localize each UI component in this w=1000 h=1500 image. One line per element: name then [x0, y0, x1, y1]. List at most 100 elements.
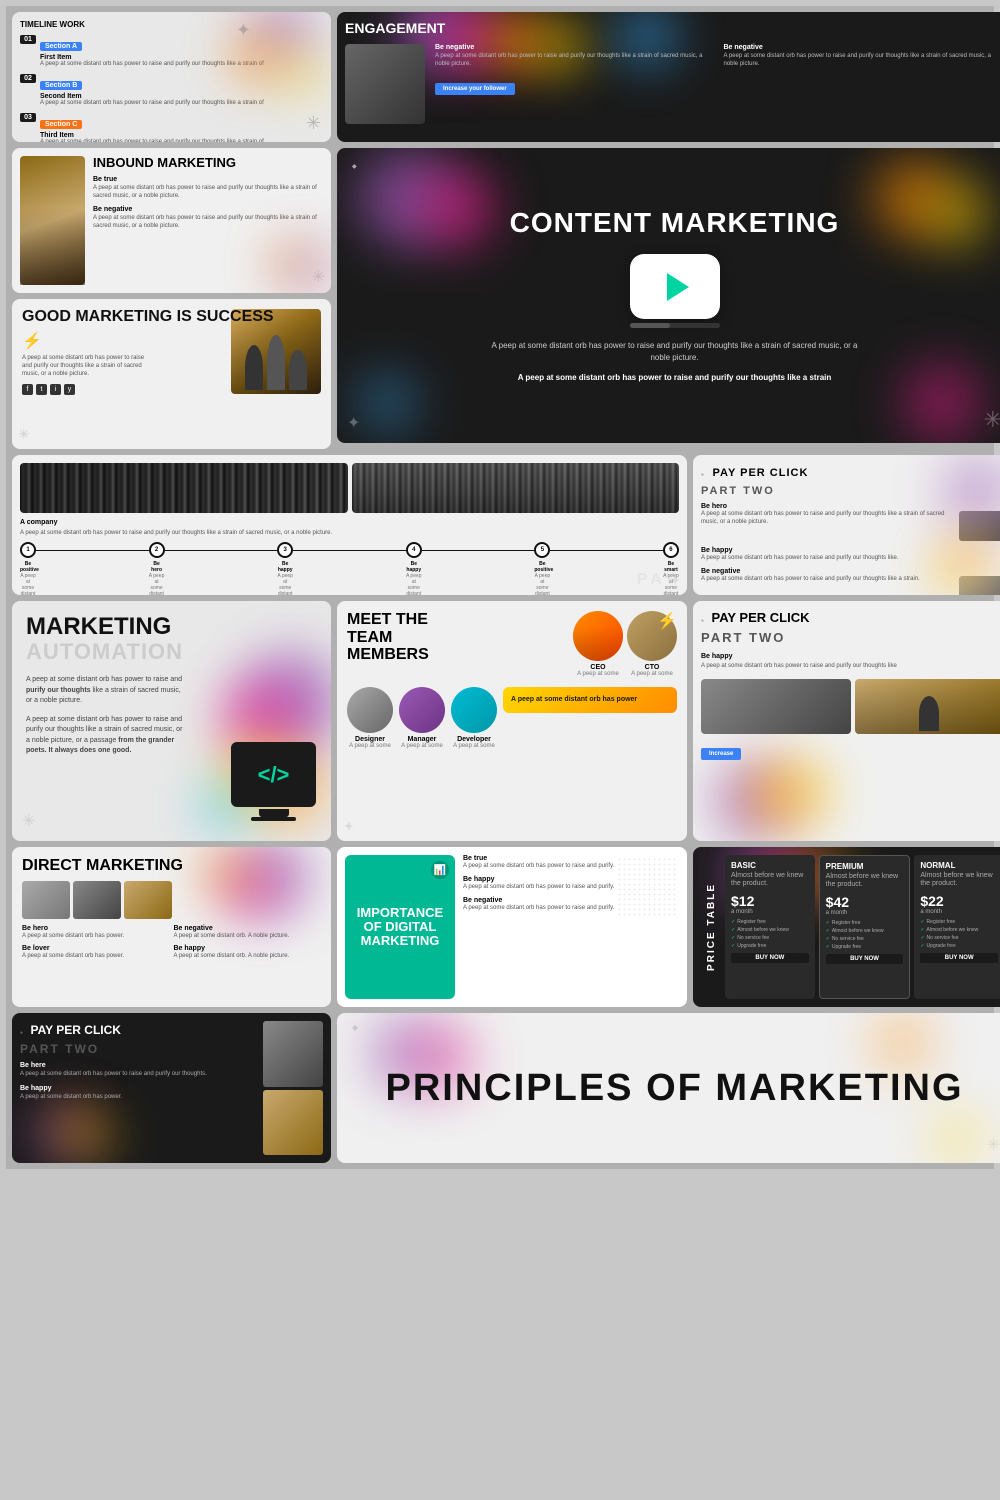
social-yt[interactable]: y [64, 384, 75, 395]
ppc2-cta[interactable]: Increase [701, 742, 1000, 760]
ppc-right-header: ● PAY PER CLICK [701, 463, 1000, 481]
slide-good-marketing: GOOD MARKETING IS SUCCESS ⚡ A peep at so… [12, 299, 331, 449]
price-table-label: PRICE TABLE [701, 855, 721, 999]
star-deco-2: ✦ [236, 20, 251, 41]
engagement-title: ENGAGEMENT [345, 20, 1000, 36]
mkt-auto-text1: A peep at some distant orb has power to … [26, 675, 186, 707]
principles-title: PRINCIPLES OF MARKETING [385, 1067, 963, 1110]
inbound-content: INBOUND MARKETING Be true A peep at some… [93, 156, 323, 285]
slide-inbound-marketing: INBOUND MARKETING Be true A peep at some… [12, 148, 331, 293]
star-deco-5: ✦ [347, 413, 360, 433]
timeline-dots-row: 1 2 3 4 5 6 [20, 542, 679, 558]
lightning-icon: ⚡ [22, 333, 42, 350]
basic-f3: ✓ No service fee [731, 935, 809, 941]
company-label: A company [20, 519, 679, 526]
engagement-content: Be negative A peep at some distant orb h… [435, 44, 1000, 124]
mkt-auto-title: MARKETING [26, 615, 317, 639]
ppc-item-3: Be negative A peep at some distant orb h… [701, 568, 1000, 595]
slide-engagement: ENGAGEMENT Be negative A peep at some di… [337, 12, 1000, 142]
ppc-bottom-photos [263, 1021, 323, 1155]
ppc2-subtitle: PART TWO [701, 630, 1000, 645]
dot-deco-3: ◆ [352, 1023, 358, 1032]
engagement-cta[interactable]: Increase your follower [435, 77, 1000, 95]
content-mkt-subtitle: A peep at some distant orb has power to … [485, 340, 865, 364]
dot-deco: ◆ [352, 163, 357, 170]
engagement-item-1: Be negative A peep at some distant orb h… [435, 44, 716, 69]
line-1 [36, 550, 149, 551]
direct-item-2: Be negative A peep at some distant orb. … [174, 925, 322, 941]
normal-cta[interactable]: BUY NOW [920, 953, 998, 963]
plan-normal: NORMAL Almost before we knew the product… [914, 855, 1000, 999]
slide-price-table: PRICE TABLE BASIC Almost before we knew … [693, 847, 1000, 1007]
dot-deco-2 [617, 857, 677, 917]
slide-importance-digital: 📊 IMPORTANCE OF DIGITAL MARKETING Be tru… [337, 847, 687, 1007]
direct-mkt-title: DIRECT MARKETING [22, 857, 321, 875]
direct-photos [22, 881, 321, 919]
inbound-item-1: Be true A peep at some distant orb has p… [93, 176, 323, 201]
slide-ppc-right: ● PAY PER CLICK PART TWO Be hero A peep … [693, 455, 1000, 595]
direct-item-4: Be happy A peep at some distant orb. A n… [174, 945, 322, 961]
direct-item-1: Be hero A peep at some distant orb has p… [22, 925, 170, 941]
bullet-3: ● [20, 1030, 23, 1036]
inbound-title: INBOUND MARKETING [93, 156, 323, 170]
dot-6: 6 [663, 542, 679, 558]
dot-2: 2 [149, 542, 165, 558]
social-ig[interactable]: i [50, 384, 61, 395]
team-header: MEET THE TEAM MEMBERS CEO A peep at some… [347, 611, 677, 677]
line-3 [293, 550, 406, 551]
badge-2: Section B [40, 81, 82, 90]
premium-cta[interactable]: BUY NOW [826, 954, 904, 964]
timeline-num-1: 01 [20, 35, 36, 44]
ppc-item-1: Be hero A peep at some distant orb has p… [701, 503, 1000, 541]
timeline-num-3: 03 [20, 113, 36, 122]
star-deco-6: ✳ [18, 426, 30, 443]
ppc2-photos [701, 679, 1000, 734]
team-top-row: CEO A peep at some CTO A peep at some [475, 611, 677, 677]
plan-basic: BASIC Almost before we knew the product.… [725, 855, 815, 999]
timeline-item-1: 01 Section A First Item A peep at some d… [20, 35, 323, 69]
ppc-bottom-text: ● PAY PER CLICK PART TWO Be here A peep … [20, 1021, 257, 1155]
badge-1: Section A [40, 42, 82, 51]
timeline-num-2: 02 [20, 74, 36, 83]
slide-ppc-timeline: A company A peep at some distant orb has… [12, 455, 687, 595]
member-designer: Designer A peep at some [347, 687, 393, 749]
direct-items: Be hero A peep at some distant orb has p… [22, 925, 321, 961]
star-deco-1: ✳ [306, 113, 321, 134]
basic-cta[interactable]: BUY NOW [731, 953, 809, 963]
dot-5: 5 [534, 542, 550, 558]
lightning-deco: ⚡ [657, 611, 677, 631]
slide-ppc-part2: ● PAY PER CLICK PART TWO Be happy A peep… [693, 601, 1000, 841]
slide-timeline-work: TIMELINE WORK 01 Section A First Item A … [12, 12, 331, 142]
star-deco-4: ✳ [984, 407, 1000, 433]
line-2 [165, 550, 278, 551]
team-title: MEET THE TEAM MEMBERS [347, 611, 467, 664]
mkt-auto-text2: A peep at some distant orb has power to … [26, 715, 186, 757]
ppc2-header: ● PAY PER CLICK [701, 609, 1000, 627]
company-text: A peep at some distant orb has power to … [20, 530, 679, 536]
ppc-bottom-content: ● PAY PER CLICK PART TWO Be here A peep … [20, 1021, 323, 1155]
basic-f2: ✓ Almost before we knew [731, 927, 809, 933]
crowd-images [20, 463, 679, 513]
timeline-item-2: 02 Section B Second Item A peep at some … [20, 74, 323, 108]
bullet-icon-2: ● [701, 618, 704, 624]
social-icons-row: f t i y [22, 384, 321, 395]
video-player [357, 254, 992, 328]
team-bottom-row: Designer A peep at some Manager A peep a… [347, 687, 677, 749]
slide-direct-marketing: DIRECT MARKETING Be hero A peep at some … [12, 847, 331, 1007]
timeline-item-3: 03 Section C Third Item A peep at some d… [20, 113, 323, 142]
bullet-icon: ● [701, 472, 704, 478]
direct-item-3: Be lover A peep at some distant orb has … [22, 945, 170, 961]
item-text-2: A peep at some distant orb has power to … [40, 100, 264, 108]
plan-premium: PREMIUM Almost before we knew the produc… [819, 855, 911, 999]
good-mkt-title: GOOD MARKETING IS SUCCESS [22, 309, 321, 325]
chart-icon: 📊 [431, 861, 449, 879]
timeline-title: TIMELINE WORK [20, 20, 323, 29]
ppc-item-2: Be happy A peep at some distant orb has … [701, 547, 1000, 563]
member-ceo: CEO A peep at some [573, 611, 623, 677]
social-tw[interactable]: t [36, 384, 47, 395]
social-fb[interactable]: f [22, 384, 33, 395]
slide-principles: ◆ ✳ PRINCIPLES OF MARKETING [337, 1013, 1000, 1163]
item-title-3: Third Item [40, 132, 264, 139]
line-4 [422, 550, 535, 551]
engagement-photo [345, 44, 425, 124]
